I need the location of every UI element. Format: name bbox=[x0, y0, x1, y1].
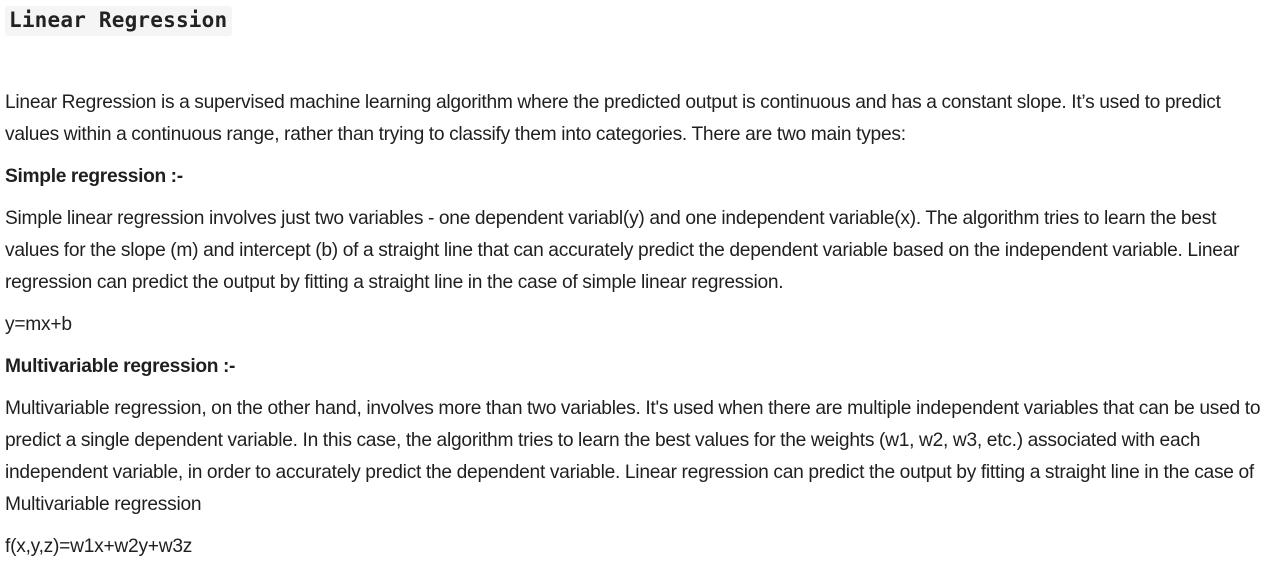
page-title: Linear Regression bbox=[5, 6, 233, 36]
intro-paragraph: Linear Regression is a supervised machin… bbox=[5, 92, 1221, 145]
multivariable-regression-equation: f(x,y,z)=w1x+w2y+w3z bbox=[5, 536, 193, 557]
multivariable-regression-paragraph: Multivariable regression, on the other h… bbox=[5, 398, 1261, 515]
simple-regression-heading: Simple regression :- bbox=[5, 166, 183, 187]
simple-regression-paragraph: Simple linear regression involves just t… bbox=[5, 208, 1240, 293]
simple-regression-equation: y=mx+b bbox=[5, 314, 72, 335]
multivariable-regression-heading: Multivariable regression :- bbox=[5, 356, 236, 377]
